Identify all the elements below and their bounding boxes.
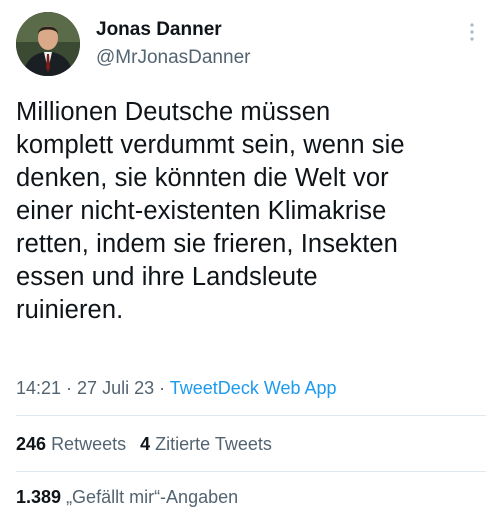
tweet-text-line: Millionen Deutsche müssen	[16, 98, 331, 126]
tweet-text-line: ruinieren.	[16, 296, 124, 324]
tweet-meta: 14:21 · 27 Juli 23 · TweetDeck Web App	[16, 376, 337, 400]
tweet-text: Millionen Deutsche müssen komplett verdu…	[16, 96, 486, 327]
tweet-text-line: denken, sie könnten die Welt vor	[16, 164, 389, 192]
tweet-text-line: einer nicht-existenten Klimakrise	[16, 197, 387, 225]
meta-separator: ·	[154, 378, 170, 398]
quotes-stat[interactable]: 4 Zitierte Tweets	[140, 434, 272, 454]
display-name[interactable]: Jonas Danner	[96, 18, 250, 42]
tweet-text-line: retten, indem sie frieren, Insekten	[16, 230, 398, 258]
likes-stats-row: 1.389 „Gefällt mir“-Angaben	[16, 485, 238, 509]
user-handle[interactable]: @MrJonasDanner	[96, 46, 250, 70]
retweets-stat[interactable]: 246 Retweets	[16, 434, 126, 454]
tweet-header: Jonas Danner @MrJonasDanner	[16, 12, 484, 78]
retweet-stats-row: 246 Retweets 4 Zitierte Tweets	[16, 432, 272, 456]
retweets-count: 246	[16, 434, 47, 454]
likes-count: 1.389	[16, 487, 62, 507]
quotes-count: 4	[140, 434, 151, 454]
avatar[interactable]	[16, 12, 80, 76]
avatar-image	[16, 12, 80, 76]
tweet-source-link[interactable]: TweetDeck Web App	[170, 378, 337, 398]
tweet-text-line: essen und ihre Landsleute	[16, 263, 318, 291]
quotes-label: Zitierte Tweets	[155, 434, 272, 454]
tweet-date[interactable]: 27 Juli 23	[77, 378, 154, 398]
tweet-time[interactable]: 14:21	[16, 378, 61, 398]
retweets-label: Retweets	[51, 434, 127, 454]
divider	[16, 415, 486, 416]
divider	[16, 471, 486, 472]
tweet-text-line: komplett verdummt sein, wenn sie	[16, 131, 405, 159]
likes-label: „Gefällt mir“-Angaben	[66, 487, 239, 507]
name-block: Jonas Danner @MrJonasDanner	[96, 18, 250, 70]
likes-stat[interactable]: 1.389 „Gefällt mir“-Angaben	[16, 487, 238, 507]
more-vertical-icon[interactable]	[462, 20, 482, 44]
meta-separator: ·	[61, 378, 78, 398]
tweet-card: Jonas Danner @MrJonasDanner Millionen De…	[0, 0, 498, 520]
